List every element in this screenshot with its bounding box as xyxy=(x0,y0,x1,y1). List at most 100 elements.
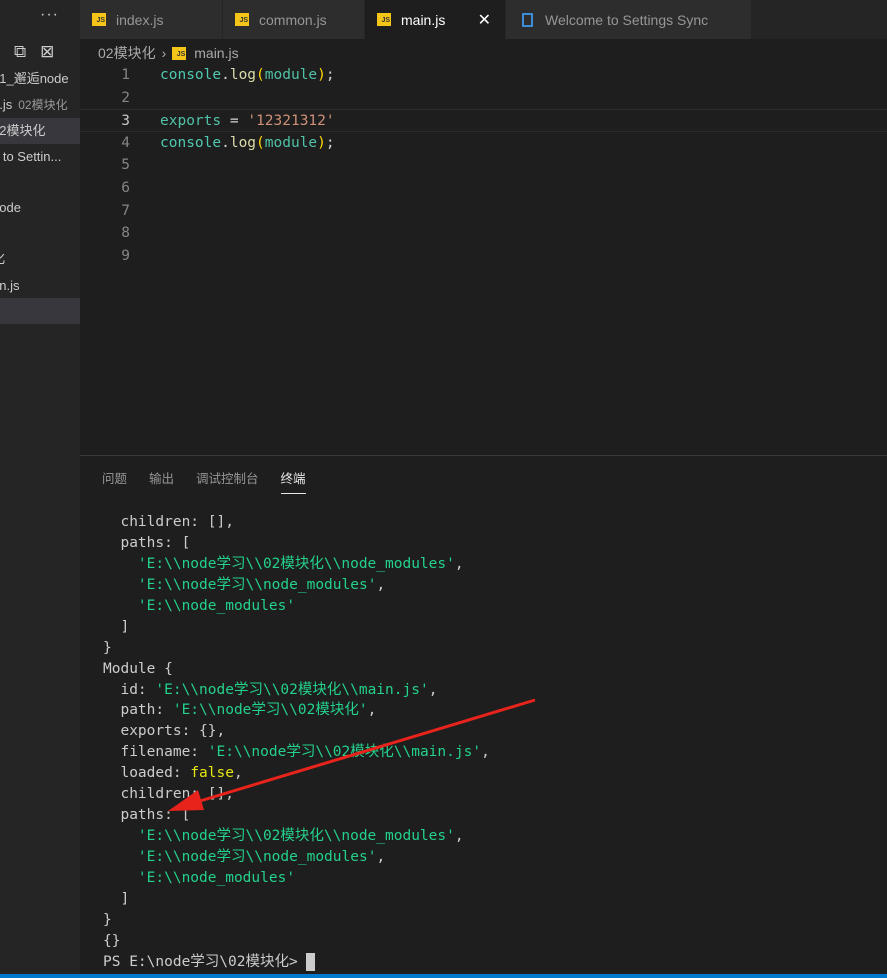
sidebar-item-folder: 02模块化 xyxy=(18,98,68,112)
line-number: 9 xyxy=(121,247,130,264)
code-line: 3 exports = '12321312' xyxy=(80,109,887,132)
code-token: ) xyxy=(317,134,326,151)
terminal-text: {} xyxy=(103,932,121,949)
panel-tab[interactable]: 输出 xyxy=(149,468,174,494)
code-line: 9 xyxy=(80,245,887,268)
tab-main-js[interactable]: JS main.js ✕ xyxy=(365,0,506,39)
terminal-text: paths: [ xyxy=(103,807,191,824)
line-code: console.log(module); xyxy=(160,132,335,155)
terminal-line: } xyxy=(103,638,490,659)
terminal-line: children: [], xyxy=(103,784,490,805)
terminal-text: path: xyxy=(103,702,173,719)
terminal-text: filename: xyxy=(103,744,208,761)
close-icon[interactable]: ✕ xyxy=(478,10,491,30)
terminal-line: } xyxy=(103,910,490,931)
breadcrumb-file[interactable]: main.js xyxy=(194,45,238,61)
code-token: . xyxy=(221,134,230,151)
sidebar-item[interactable]: n.js 02模块化 xyxy=(0,92,80,118)
terminal-text: ] xyxy=(103,890,130,907)
sidebar-item-label: 化 xyxy=(0,251,5,266)
code-line: 7 xyxy=(80,200,887,223)
tab-label: Welcome to Settings Sync xyxy=(545,11,709,28)
terminal-text: 'E:\\node_modules' xyxy=(137,869,296,886)
chevron-right-icon: › xyxy=(161,45,167,61)
terminal-line: paths: [ xyxy=(103,805,490,826)
terminal-text: 'E:\\node学习\\02模块化' xyxy=(172,702,368,719)
code-editor[interactable]: 1 console.log(module); 2 3 exports = '123213… xyxy=(80,64,887,454)
status-bar xyxy=(0,974,887,978)
terminal-line: 'E:\\node学习\\02模块化\\node_modules', xyxy=(103,554,490,575)
explorer-sidebar: ··· ▫ ⧉ ⊠ 01_邂逅node n.js 02模块化 02模块化 e to Se… xyxy=(0,0,80,978)
breadcrumb: 02模块化 › JS main.js xyxy=(98,43,239,63)
sidebar-item-label: 01_邂逅node xyxy=(0,71,69,86)
code-line: 1 console.log(module); xyxy=(80,64,887,87)
tab-common-js[interactable]: JS common.js xyxy=(223,0,365,39)
code-token: exports xyxy=(160,113,222,130)
line-code: exports = '12321312' xyxy=(160,110,335,133)
code-token: console xyxy=(160,134,222,151)
terminal-text: 'E:\\node_modules' xyxy=(137,597,296,614)
terminal-line: 'E:\\node学习\\node_modules', xyxy=(103,847,490,868)
sidebar-item-selected[interactable] xyxy=(0,298,80,324)
line-number: 8 xyxy=(121,225,130,242)
tab-welcome-to-settings-sync[interactable]: Welcome to Settings Sync xyxy=(506,0,752,39)
collapse-all-icon[interactable]: ⧉ xyxy=(14,42,26,62)
sidebar-item[interactable]: 01_邂逅node xyxy=(0,66,80,92)
code-token: module xyxy=(264,67,318,83)
close-all-icon[interactable]: ⊠ xyxy=(40,42,54,62)
line-number: 6 xyxy=(121,179,130,196)
terminal-line: PS E:\node学习\02模块化> xyxy=(103,952,490,973)
editor-tabs: JS index.js JS common.js JS main.js ✕ Welcome t… xyxy=(80,0,887,39)
tab-label: index.js xyxy=(116,11,164,28)
terminal-text: , xyxy=(428,681,438,698)
tab-label: common.js xyxy=(259,11,327,28)
more-actions-icon[interactable]: ··· xyxy=(40,6,59,24)
code-line: 6 xyxy=(80,177,887,200)
terminal-text: children: [], xyxy=(103,786,234,803)
sidebar-item[interactable]: s xyxy=(0,220,80,246)
sidebar-item[interactable]: on.js xyxy=(0,273,80,299)
terminal-text: , xyxy=(376,576,386,593)
code-line: 8 xyxy=(80,222,887,245)
terminal-text: exports: {}, xyxy=(103,723,226,740)
code-token: = xyxy=(221,113,248,130)
js-file-icon: JS xyxy=(235,13,249,26)
terminal-line: ] xyxy=(103,889,490,910)
panel-tab[interactable]: 问题 xyxy=(102,468,127,494)
sidebar-item[interactable]: node xyxy=(0,195,80,221)
explorer-toolbar: ▫ ⧉ ⊠ xyxy=(0,42,54,62)
terminal[interactable]: children: [], paths: [ 'E:\\node学习\\02模块… xyxy=(103,512,490,973)
terminal-text: false xyxy=(190,765,234,782)
sidebar-item-label: n.js xyxy=(0,97,13,112)
panel-tab[interactable]: 调试控制台 xyxy=(196,468,259,494)
code-token: console xyxy=(160,67,222,83)
sidebar-item[interactable]: 02模块化 xyxy=(0,118,80,144)
terminal-line: exports: {}, xyxy=(103,721,490,742)
sidebar-item-label: on.js xyxy=(0,278,20,293)
breadcrumb-folder[interactable]: 02模块化 xyxy=(98,43,156,63)
js-file-icon: JS xyxy=(92,13,106,26)
terminal-text: loaded: xyxy=(103,765,191,782)
tab-label: main.js xyxy=(401,11,446,28)
terminal-text: } xyxy=(103,639,112,656)
panel-tab[interactable]: 终端 xyxy=(280,468,306,494)
terminal-line: 'E:\\node_modules' xyxy=(103,868,490,889)
code-token: '12321312' xyxy=(247,113,335,130)
sidebar-item[interactable]: 化 xyxy=(0,246,80,272)
code-token: . xyxy=(221,67,230,83)
js-file-icon: JS xyxy=(172,46,187,60)
sidebar-item-label: node xyxy=(0,200,21,215)
terminal-line: Module { xyxy=(103,659,490,680)
terminal-text: id: xyxy=(103,681,156,698)
sidebar-item[interactable]: e to Settin... xyxy=(0,144,80,170)
terminal-text: , xyxy=(454,555,464,572)
tab-index-js[interactable]: JS index.js xyxy=(80,0,223,39)
terminal-text: 'E:\\node学习\\02模块化\\main.js' xyxy=(155,681,429,698)
terminal-text: 'E:\\node学习\\node_modules' xyxy=(137,849,377,865)
